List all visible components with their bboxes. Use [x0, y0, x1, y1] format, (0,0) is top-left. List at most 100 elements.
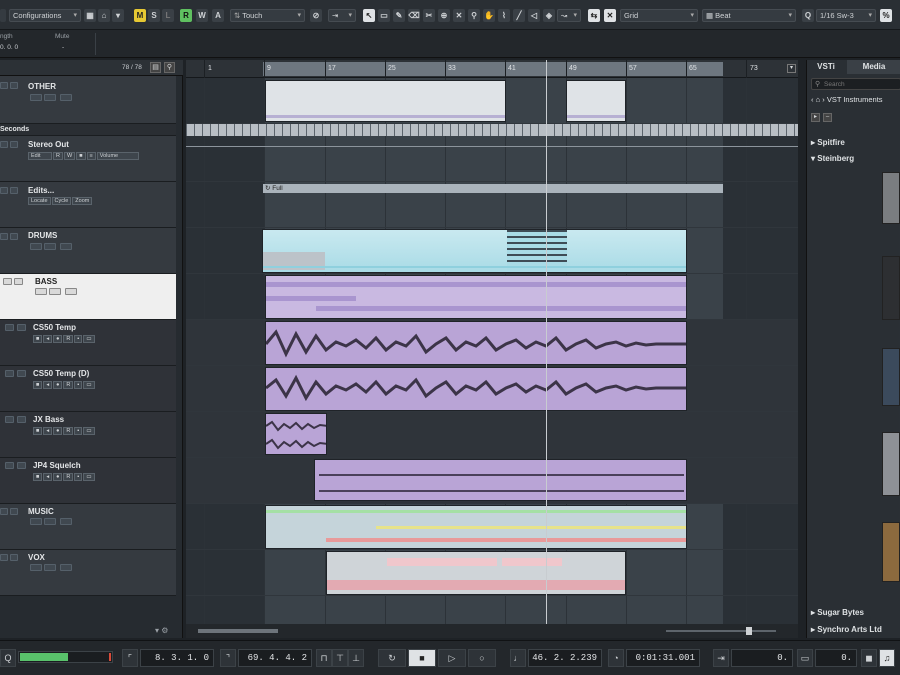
lane-button[interactable]: ▭ — [83, 427, 95, 435]
track-edits[interactable]: Edits... Locate Cycle Zoom — [0, 182, 176, 228]
zoom-slider[interactable] — [666, 630, 776, 632]
write-button[interactable]: ▪ — [74, 427, 83, 435]
grid-type-dropdown[interactable]: Grid — [620, 9, 698, 22]
position-time-field[interactable]: 0:01:31.001 — [626, 649, 700, 667]
track-jx-bass[interactable]: JX Bass ■ ◂ ● R ▪ ▭ — [0, 412, 176, 458]
track-jp4-squelch[interactable]: JP4 Squelch ■ ◂ ● R ▪ ▭ — [0, 458, 176, 504]
split-tool-icon[interactable]: ✂ — [423, 9, 435, 22]
view-toggle-icon[interactable]: ▸ — [811, 113, 820, 122]
track-drums[interactable]: DRUMS — [0, 228, 176, 274]
play-icon[interactable]: ▷ — [438, 649, 466, 667]
length-value[interactable]: 0. 0. 0 — [0, 44, 18, 51]
lane-button[interactable]: ▭ — [83, 335, 95, 343]
autoscroll-dropdown[interactable]: ⇥ — [328, 9, 356, 22]
folder-toggle[interactable] — [0, 508, 8, 515]
zoom-slider-handle[interactable] — [746, 627, 752, 635]
input-monitor-icon[interactable]: ◼ — [861, 649, 877, 667]
audio-event-cs50-temp-d[interactable] — [265, 367, 687, 411]
solo-button[interactable]: ◂ — [43, 427, 53, 435]
track-stereo-out[interactable]: Stereo Out Edit R W ■ ≡ Volume — [0, 136, 176, 182]
track-expand[interactable] — [10, 508, 18, 515]
punch-lock-icon[interactable]: ⊓ — [316, 649, 332, 667]
instrument-thumbnail[interactable] — [882, 256, 900, 320]
lane-button[interactable]: ≡ — [86, 152, 96, 160]
record-button[interactable]: ● — [53, 381, 63, 389]
read-button[interactable]: R — [63, 427, 74, 435]
time-ruler-track[interactable]: Seconds — [0, 124, 176, 136]
position-bars-field[interactable]: 46. 2. 2.239 — [528, 649, 602, 667]
vendor-steinberg[interactable]: ▾ Steinberg — [811, 154, 854, 163]
track-cs50-temp[interactable]: CS50 Temp ■ ◂ ● R ▪ ▭ — [0, 320, 176, 366]
audio-performance-icon[interactable]: Q — [0, 649, 16, 667]
mute-button[interactable] — [30, 518, 42, 525]
track-expand[interactable] — [0, 141, 8, 148]
automation-line[interactable] — [186, 146, 798, 147]
mute-tool-icon[interactable]: ✕ — [453, 9, 465, 22]
track-expand[interactable] — [10, 233, 18, 240]
solo-button[interactable] — [44, 243, 56, 250]
mute-button[interactable]: ■ — [33, 473, 43, 481]
ruler-menu-icon[interactable]: ▾ — [787, 64, 796, 73]
cycle-button[interactable]: Cycle — [51, 197, 72, 205]
click-enable-icon[interactable]: ♫ — [879, 649, 895, 667]
zoom-tool-icon[interactable]: ⚲ — [468, 9, 480, 22]
quantize-preset-dropdown[interactable]: 1/16 Sw-3 — [816, 9, 876, 22]
track-cs50-temp-d[interactable]: CS50 Temp (D) ■ ◂ ● R ▪ ▭ — [0, 366, 176, 412]
record-button[interactable] — [60, 564, 72, 571]
mute-button[interactable] — [30, 94, 42, 101]
nudge-dropdown[interactable]: ↝ — [557, 9, 581, 22]
automation-mode-dropdown[interactable]: ⇅ Touch — [230, 9, 305, 22]
mute-button[interactable] — [30, 243, 42, 250]
play-tool-icon[interactable]: ◁ — [528, 9, 540, 22]
track-list-menu-icon[interactable]: ▾ ⚙ — [155, 626, 168, 635]
solo-button[interactable]: ◂ — [43, 335, 53, 343]
read-mode-button[interactable]: R — [180, 9, 192, 22]
folder-part-vox[interactable] — [326, 551, 626, 595]
solo-button[interactable]: ◂ — [43, 473, 53, 481]
solo-button[interactable] — [44, 564, 56, 571]
timewarp-tool-icon[interactable]: ⌇ — [498, 9, 510, 22]
glue-tool-icon[interactable]: ⊕ — [438, 9, 450, 22]
vendor-spitfire[interactable]: ▸ Spitfire — [811, 138, 845, 147]
punch-in-icon[interactable]: ⊤ — [332, 649, 348, 667]
track-expand[interactable] — [5, 324, 14, 331]
dropdown-arrow-icon[interactable]: ▾ — [112, 9, 124, 22]
folder-part-other[interactable] — [265, 80, 506, 122]
edit-button[interactable]: Edit — [28, 152, 52, 160]
grid-view-icon[interactable]: ▦ — [84, 9, 96, 22]
write-button[interactable]: ▪ — [74, 381, 83, 389]
vendor-synchro-arts[interactable]: ▸ Synchro Arts Ltd — [811, 625, 882, 634]
scroll-thumb[interactable] — [198, 629, 278, 633]
read-button[interactable]: R — [63, 381, 74, 389]
erase-tool-icon[interactable]: ⌫ — [408, 9, 420, 22]
collapse-icon[interactable]: – — [823, 113, 832, 122]
sync-field[interactable]: 0. — [815, 649, 857, 667]
metronome-icon[interactable]: ♩ — [510, 649, 526, 667]
cycle-icon[interactable]: ↻ — [378, 649, 406, 667]
mute-value[interactable]: - — [62, 44, 64, 51]
color-tool-icon[interactable]: ◈ — [543, 9, 555, 22]
media-breadcrumb[interactable]: ‹ ⌂ › VST Instruments — [811, 95, 883, 104]
right-locator-icon[interactable]: ⌝ — [220, 649, 236, 667]
read-button[interactable]: R — [63, 335, 74, 343]
solo-button[interactable]: ◂ — [43, 381, 53, 389]
record-button[interactable] — [65, 288, 77, 295]
media-search-input[interactable]: ⚲ Search — [811, 78, 900, 90]
automation-button[interactable]: A — [212, 9, 224, 22]
track-music[interactable]: MUSIC — [0, 504, 176, 550]
cycle-marker-full[interactable]: ↻ Full — [263, 184, 723, 193]
solo-button[interactable] — [49, 288, 61, 295]
track-vox[interactable]: VOX — [0, 550, 176, 596]
write-button[interactable]: ▪ — [74, 335, 83, 343]
track-bass[interactable]: BASS — [0, 274, 176, 320]
quantize-icon[interactable]: Q — [802, 9, 814, 22]
configurations-dropdown[interactable]: Configurations — [9, 9, 81, 22]
record-button[interactable] — [60, 94, 72, 101]
solo-button[interactable] — [44, 518, 56, 525]
lane-button[interactable]: ▭ — [83, 473, 95, 481]
instrument-thumbnail[interactable] — [882, 432, 900, 496]
folder-toggle[interactable] — [0, 554, 8, 561]
line-tool-icon[interactable]: ╱ — [513, 9, 525, 22]
audio-event-jx-bass[interactable] — [265, 413, 327, 455]
record-button[interactable]: ● — [53, 335, 63, 343]
